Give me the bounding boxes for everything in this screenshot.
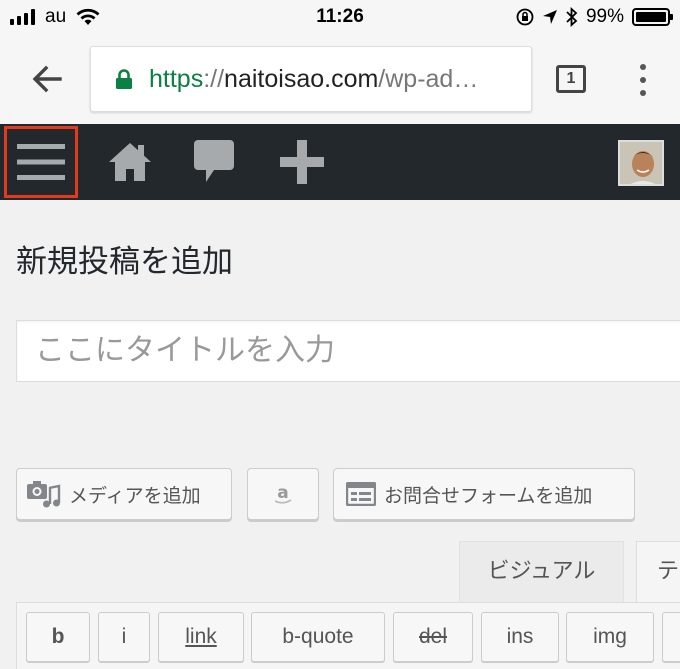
- url-text: https://naitoisao.com/wp-ad…: [149, 65, 478, 94]
- wp-admin-bar: [0, 124, 680, 200]
- add-contact-form-label: お問合せフォームを追加: [384, 484, 593, 507]
- hamburger-icon: [17, 144, 65, 180]
- url-path: /wp-ad…: [378, 64, 479, 93]
- quicktag-italic-button[interactable]: i: [98, 612, 150, 662]
- add-media-label: メディアを追加: [69, 484, 201, 507]
- quicktag-more-button[interactable]: [662, 612, 680, 662]
- comment-icon: [194, 140, 234, 182]
- comments-button[interactable]: [192, 124, 236, 200]
- avatar[interactable]: [618, 140, 664, 186]
- home-button[interactable]: [106, 124, 154, 200]
- status-right: 99%: [516, 6, 673, 28]
- tab-switcher-button[interactable]: 1: [556, 65, 586, 93]
- quicktag-link-button[interactable]: link: [158, 612, 244, 662]
- url-scheme: https: [149, 64, 204, 93]
- back-arrow-icon[interactable]: [30, 62, 64, 96]
- quicktag-del-button[interactable]: del: [393, 612, 473, 662]
- amazon-icon: a: [274, 483, 292, 504]
- home-icon: [109, 143, 151, 181]
- add-media-button[interactable]: メディアを追加: [16, 468, 232, 520]
- new-content-button[interactable]: [278, 124, 326, 200]
- more-options-icon[interactable]: [636, 64, 650, 96]
- plus-icon: [280, 140, 324, 184]
- add-contact-form-button[interactable]: お問合せフォームを追加: [333, 468, 635, 520]
- svg-text:a: a: [277, 483, 288, 503]
- location-icon: [542, 10, 557, 24]
- quicktag-ins-button[interactable]: ins: [481, 612, 559, 662]
- quicktag-blockquote-button[interactable]: b-quote: [251, 612, 385, 662]
- battery-icon: [632, 8, 673, 26]
- browser-toolbar: https://naitoisao.com/wp-ad… 1: [0, 36, 680, 124]
- form-icon: [346, 482, 376, 506]
- url-host: naitoisao.com: [224, 64, 379, 93]
- tab-visual[interactable]: ビジュアル: [459, 541, 624, 603]
- battery-fill: [636, 12, 666, 22]
- tab-text[interactable]: テ: [636, 541, 680, 605]
- lock-icon: [116, 69, 132, 89]
- bluetooth-icon: [566, 7, 578, 27]
- quicktag-bold-button[interactable]: b: [26, 612, 90, 662]
- status-bar: au 11:26 99%: [0, 0, 680, 36]
- avatar-image: [620, 142, 662, 184]
- rotation-lock-icon: [516, 8, 534, 26]
- quicktag-img-button[interactable]: img: [566, 612, 654, 662]
- address-bar[interactable]: https://naitoisao.com/wp-ad…: [90, 46, 532, 112]
- amazon-button[interactable]: a: [247, 468, 319, 520]
- page-title: 新規投稿を追加: [16, 244, 233, 280]
- url-separator: ://: [203, 64, 225, 93]
- menu-toggle-button[interactable]: [4, 126, 78, 198]
- media-icon: [27, 481, 61, 508]
- post-title-input[interactable]: ここにタイトルを入力: [16, 320, 680, 382]
- battery-percent: 99%: [585, 6, 624, 27]
